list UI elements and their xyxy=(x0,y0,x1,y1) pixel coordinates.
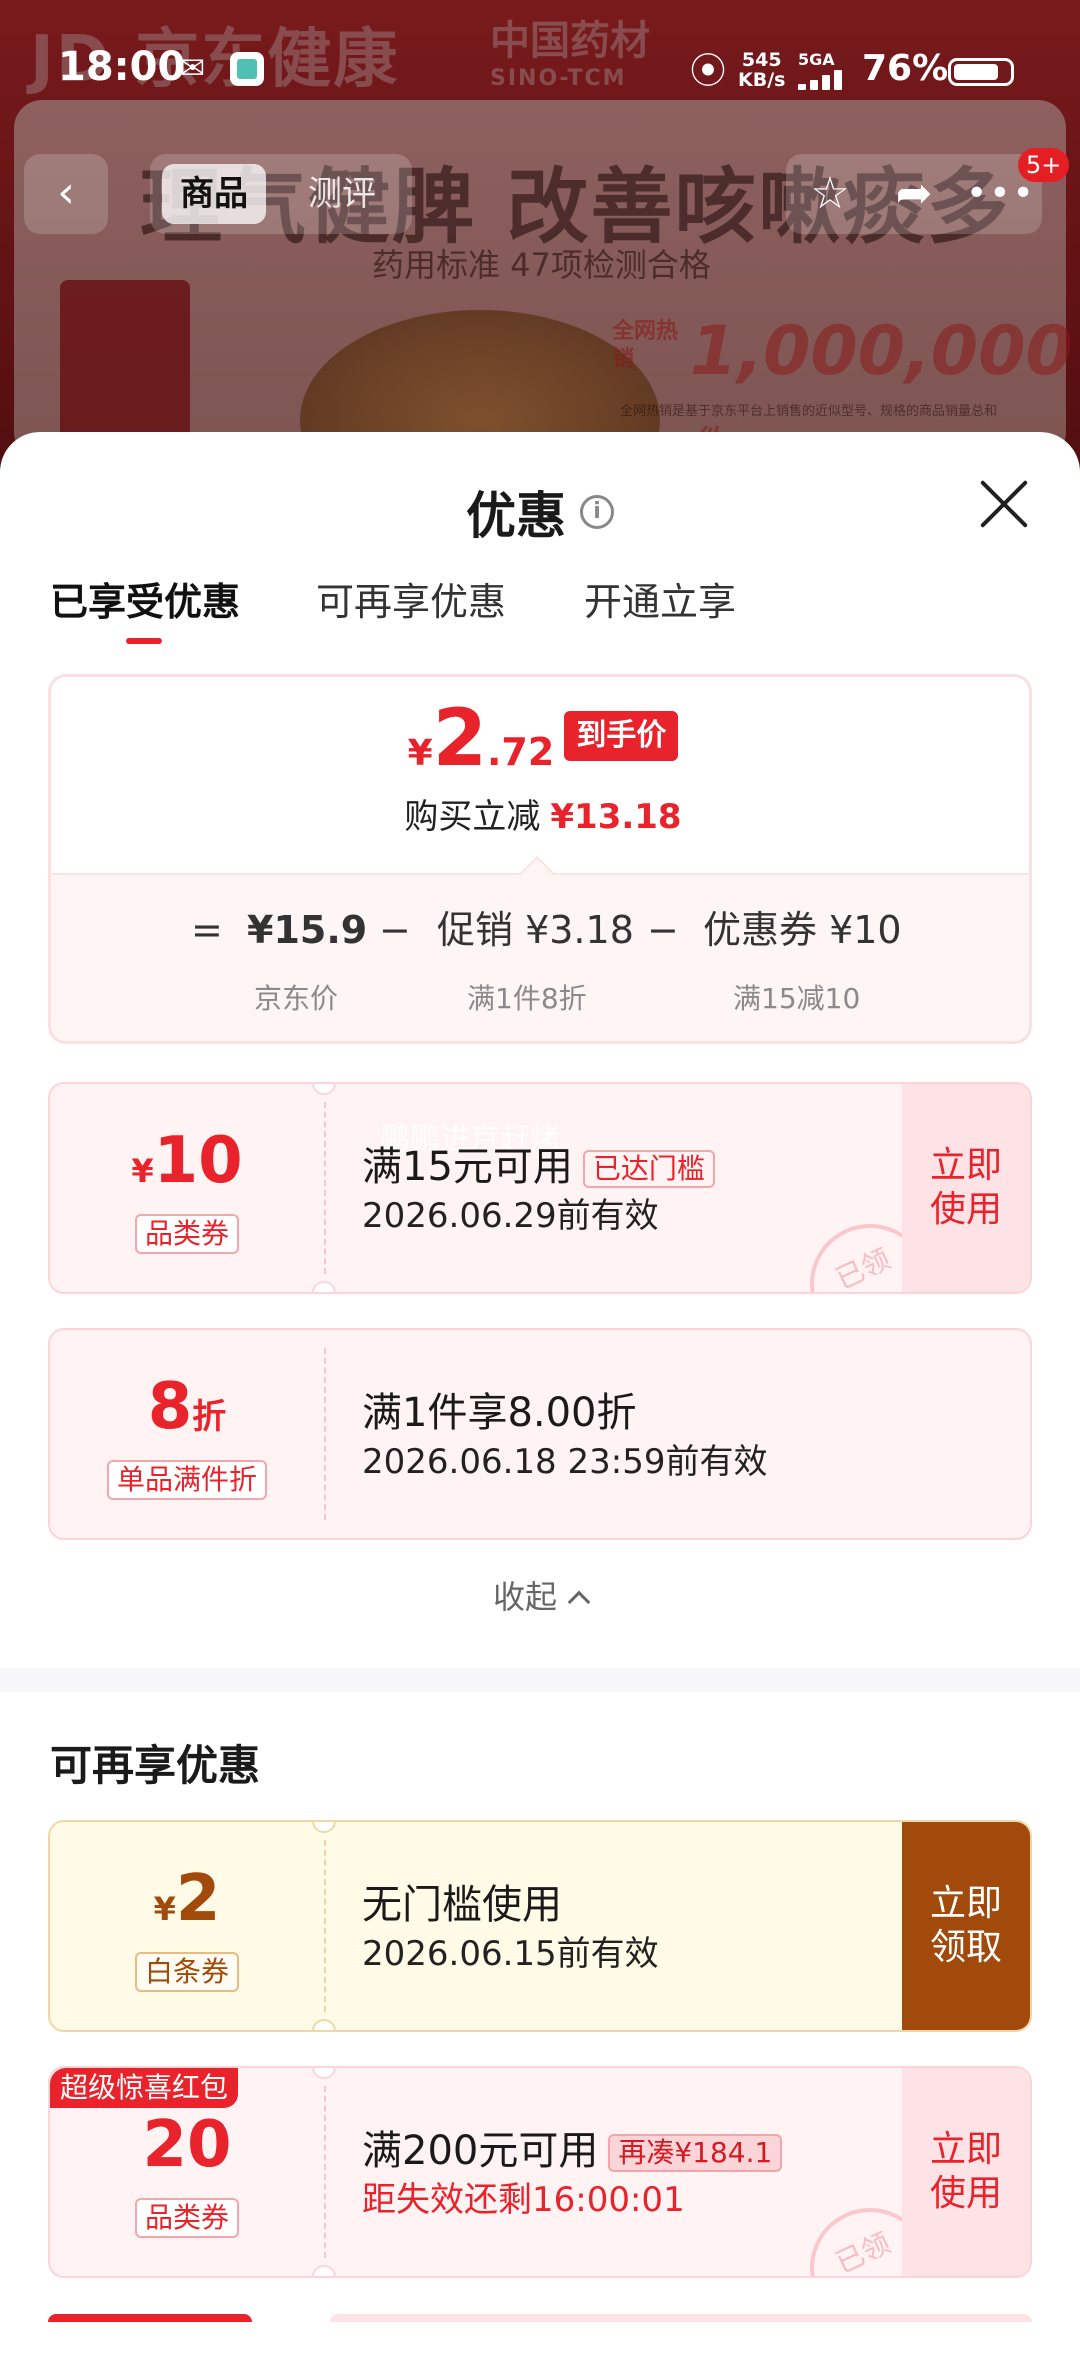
tab-applied[interactable]: 已享受优惠 xyxy=(50,574,240,634)
jd-price-label: 京东价 xyxy=(254,982,339,1015)
coupon-amount: 优惠券 ¥10 xyxy=(703,908,902,952)
final-price-tag: 到手价 xyxy=(564,711,679,761)
coupon-notch xyxy=(312,2019,336,2030)
coupon-divider xyxy=(324,2086,326,2258)
next-coupon-body xyxy=(330,2314,1032,2322)
price-breakdown-card: ¥2.72 到手价 购买立减 ¥13.18 = ¥15.9 − 促销 ¥3.18 −… xyxy=(48,674,1032,1044)
status-time: 18:00 xyxy=(58,44,186,90)
use-now-button[interactable]: 立即使用 xyxy=(902,2068,1030,2276)
tab-review[interactable]: 测评 xyxy=(290,164,394,224)
equals-sign: = xyxy=(191,908,223,952)
coupon-condition: 满200元可用 再凑¥184.1 xyxy=(362,2118,783,2176)
battery-icon xyxy=(948,58,1014,86)
coupon-card: 8折 单品满件折 满1件享8.00折 2026.06.18 23:59前有效 xyxy=(48,1328,1032,1540)
location-icon: ⦿ xyxy=(690,51,727,92)
discount-sheet: 优惠 i 已享受优惠 可再享优惠 开通立享 ¥2.72 到手价 购买立减 ¥13.18… xyxy=(0,432,1080,2376)
minus-sign: − xyxy=(379,908,411,952)
coupon-value: 8折 xyxy=(147,1370,227,1444)
coupon-divider xyxy=(324,1348,326,1520)
signal-icon: 5GA xyxy=(798,50,854,90)
coupon-divider xyxy=(324,1102,326,1274)
coupon-condition: 满1件享8.00折 xyxy=(362,1390,637,1436)
collapse-button[interactable]: 收起 xyxy=(0,1572,1080,1618)
share-icon[interactable]: ➦ xyxy=(882,162,946,226)
star-icon[interactable]: ☆ xyxy=(798,162,862,226)
next-coupon-tag xyxy=(48,2314,252,2322)
tab-product[interactable]: 商品 xyxy=(162,164,266,224)
coupon-condition: 满15元可用 已达门槛 xyxy=(362,1134,715,1192)
sheet-header: 优惠 i xyxy=(0,476,1080,548)
remaining-amount-badge: 再凑¥184.1 xyxy=(608,2134,783,2172)
coupon-countdown: 距失效还剩16:00:01 xyxy=(362,2180,685,2220)
message-badge: 5+ xyxy=(1018,148,1070,182)
status-bar: 18:00 ✉ ⦿ 545 KB/s 5GA 76% xyxy=(0,0,1080,140)
coupon-type: 品类券 xyxy=(50,1214,324,1254)
wechat-icon: ✉ xyxy=(180,51,206,86)
coupon-notch xyxy=(312,1822,336,1833)
jd-price: ¥15.9 xyxy=(247,908,368,952)
coupon-expiry: 2026.06.18 23:59前有效 xyxy=(362,1442,768,1482)
nav-actions: ☆ ➦ ••• xyxy=(786,154,1042,234)
final-price: ¥2.72 xyxy=(407,694,555,784)
chevron-up-icon xyxy=(567,1590,591,1614)
app-icon xyxy=(230,52,264,86)
use-now-button[interactable]: 立即使用 xyxy=(902,1084,1030,1292)
info-icon[interactable]: i xyxy=(580,495,614,529)
promo-amount: 促销 ¥3.18 xyxy=(437,908,634,952)
coupon-label: 满15减10 xyxy=(733,982,861,1015)
product-navbar: ‹ 商品 测评 ☆ ➦ ••• xyxy=(0,150,1080,236)
coupon-value: ¥10 xyxy=(131,1124,243,1198)
product-tabs: 商品 测评 xyxy=(150,154,412,234)
price-formula: = ¥15.9 − 促销 ¥3.18 − 优惠券 ¥10 xyxy=(51,902,1029,958)
sheet-title: 优惠 xyxy=(466,487,566,545)
tab-available[interactable]: 可再享优惠 xyxy=(316,574,506,634)
back-icon[interactable]: ‹ xyxy=(24,154,108,234)
coupon-value: ¥2 xyxy=(153,1862,221,1936)
coupon-type: 单品满件折 xyxy=(50,1460,324,1500)
coupon-divider xyxy=(324,1840,326,2012)
promo-label: 满1件8折 xyxy=(467,982,587,1015)
active-tab-indicator xyxy=(126,638,162,644)
coupon-expiry: 2026.06.29前有效 xyxy=(362,1196,659,1236)
next-coupon-peek xyxy=(48,2314,1032,2374)
coupon-notch xyxy=(312,2265,336,2276)
tab-membership[interactable]: 开通立享 xyxy=(584,574,736,634)
section-separator xyxy=(0,1668,1080,1692)
coupon-expiry: 2026.06.15前有效 xyxy=(362,1934,659,1974)
coupon-card[interactable]: ¥2 白条券 无门槛使用 2026.06.15前有效 立即领取 xyxy=(48,1820,1032,2032)
coupon-card[interactable]: ¥10 品类券 鹏鹏进京赶烤 满15元可用 已达门槛 2026.06.29前有效 … xyxy=(48,1082,1032,1294)
close-icon[interactable] xyxy=(976,476,1032,532)
instant-saving: 购买立减 ¥13.18 xyxy=(404,797,682,837)
final-price-row: ¥2.72 到手价 xyxy=(51,694,1029,784)
battery-level: 76% xyxy=(862,48,949,89)
surprise-red-packet-tag: 超级惊喜红包 xyxy=(50,2068,239,2108)
coupon-card[interactable]: 超级惊喜红包 20 品类券 满200元可用 再凑¥184.1 距失效还剩16:00… xyxy=(48,2066,1032,2278)
network-speed: 545 KB/s xyxy=(738,49,786,91)
discount-tabs: 已享受优惠 可再享优惠 开通立享 xyxy=(0,574,1080,654)
available-section-title: 可再享优惠 xyxy=(50,1741,261,1790)
price-formula-panel xyxy=(51,873,1029,1041)
product-page-background: JD 京东健康 中国药材 SINO-TCM 理气健脾 改善咳嗽痰多 药用标准 47… xyxy=(0,0,1080,470)
coupon-type: 白条券 xyxy=(50,1952,324,1992)
claim-now-button[interactable]: 立即领取 xyxy=(902,1822,1030,2030)
coupon-condition: 无门槛使用 xyxy=(362,1882,562,1928)
coupon-value: 20 xyxy=(142,2108,232,2182)
threshold-met-badge: 已达门槛 xyxy=(582,1150,715,1188)
minus-sign: − xyxy=(647,908,679,952)
coupon-type: 品类券 xyxy=(50,2198,324,2238)
coupon-notch xyxy=(312,1281,336,1292)
coupon-notch xyxy=(312,1084,336,1095)
coupon-notch xyxy=(312,2068,336,2079)
